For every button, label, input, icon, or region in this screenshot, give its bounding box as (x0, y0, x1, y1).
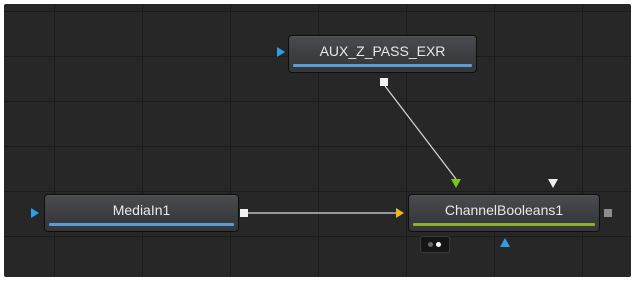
channelbooleans-foreground-input-triangle-icon[interactable] (451, 179, 461, 188)
node-channelbooleans1[interactable]: ChannelBooleans1 (408, 194, 600, 232)
channelbooleans-effect-mask-input-triangle-icon[interactable] (500, 238, 510, 247)
view-toggle-right-dot-icon (436, 242, 441, 247)
node-mediain1-label: MediaIn1 (112, 202, 171, 218)
node-mediain1[interactable]: MediaIn1 (44, 194, 239, 232)
aux-z-pass-input-triangle-icon[interactable] (277, 47, 285, 57)
channelbooleans-output-square-icon[interactable] (604, 209, 612, 217)
screenshot-frame: AUX_Z_PASS_EXR MediaIn1 ChannelBooleans1 (0, 0, 635, 281)
node-channelbooleans1-label: ChannelBooleans1 (444, 202, 564, 218)
aux-z-pass-output-square-icon[interactable] (380, 78, 388, 86)
wire-auxzpass-to-channelbooleans[interactable] (384, 85, 457, 180)
node-editor-canvas[interactable]: AUX_Z_PASS_EXR MediaIn1 ChannelBooleans1 (4, 4, 631, 277)
mediain-output-square-icon[interactable] (240, 209, 248, 217)
view-toggle-left-dot-icon (428, 242, 433, 247)
node-aux-z-pass-exr[interactable]: AUX_Z_PASS_EXR (288, 35, 477, 73)
mediain-input-triangle-icon[interactable] (31, 208, 39, 218)
node-aux-z-pass-exr-status-bar (293, 64, 472, 67)
node-aux-z-pass-exr-label: AUX_Z_PASS_EXR (319, 43, 446, 59)
node-channelbooleans1-status-bar (413, 223, 595, 226)
channelbooleans-background-input-triangle-icon[interactable] (396, 208, 404, 218)
node-mediain1-status-bar (49, 223, 234, 226)
dual-dot-view-toggle-icon[interactable] (420, 236, 450, 253)
channelbooleans-extra-input-triangle-icon[interactable] (548, 179, 558, 188)
